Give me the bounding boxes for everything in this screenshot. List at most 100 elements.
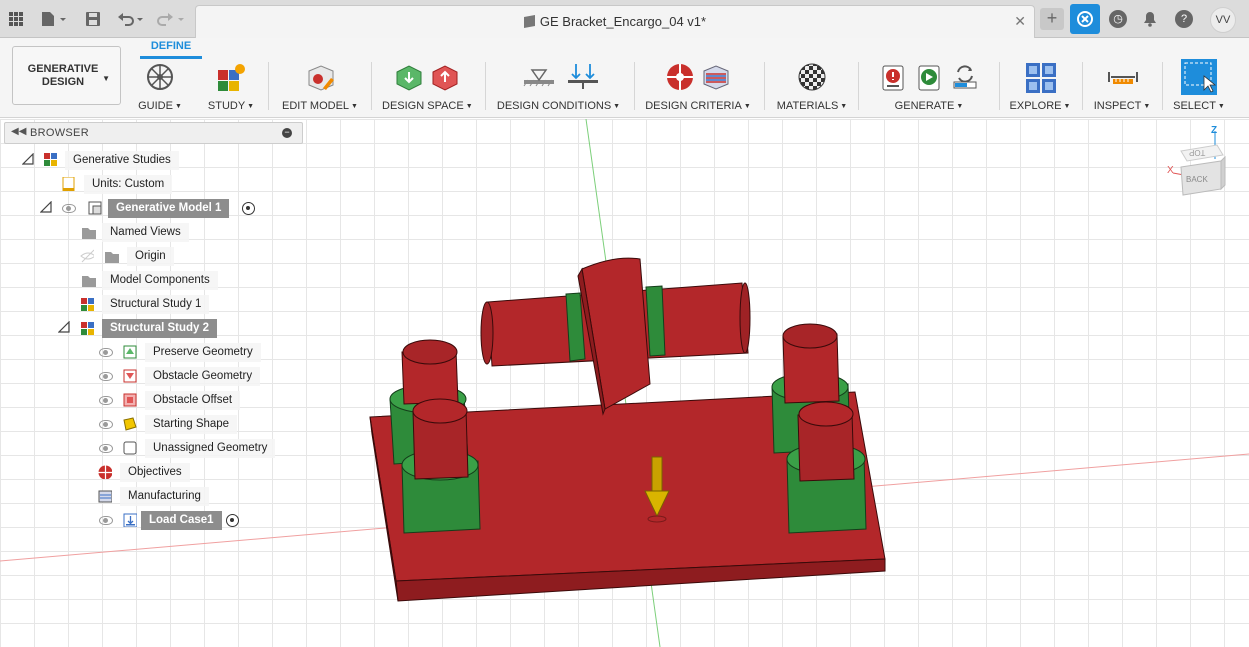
- ribbon-toolbar: GENERATIVE DESIGN ▼ DEFINE GUIDE ▼ STUDY ▼ …: [0, 38, 1249, 118]
- design-conditions-group[interactable]: DESIGN CONDITIONS ▼: [496, 62, 621, 118]
- tree-origin[interactable]: Origin: [127, 247, 174, 266]
- design-conditions-label: DESIGN CONDITIONS ▼: [496, 100, 621, 112]
- cube-back-label: BACK: [1186, 175, 1208, 184]
- tree-unassigned-geometry[interactable]: Unassigned Geometry: [145, 439, 276, 458]
- toolbar-divider: [1082, 62, 1083, 110]
- close-tab-icon[interactable]: ✕: [1014, 13, 1026, 30]
- generate-label: GENERATE ▼: [894, 100, 964, 112]
- visibility-eye-icon[interactable]: [99, 516, 113, 525]
- obstacle-geometry-icon: [123, 369, 137, 383]
- tree-model-components[interactable]: Model Components: [102, 271, 218, 290]
- tree-units[interactable]: Units: Custom: [84, 175, 173, 194]
- new-study-icon: [216, 62, 246, 92]
- manufacturing-icon: [701, 62, 731, 92]
- tree-obstacle-geometry[interactable]: Obstacle Geometry: [145, 367, 261, 386]
- save-icon[interactable]: [85, 8, 101, 30]
- tree-structural-study-2[interactable]: Structural Study 2: [102, 319, 218, 338]
- user-avatar[interactable]: VV: [1210, 7, 1236, 33]
- generate-icon: [914, 62, 944, 92]
- structural-constraint-icon: [522, 62, 554, 92]
- tree-structural-study-1[interactable]: Structural Study 1: [102, 295, 210, 314]
- browser-panel-header[interactable]: ◀◀ BROWSER −: [4, 122, 303, 144]
- generate-group[interactable]: GENERATE ▼: [868, 62, 990, 118]
- document-tab[interactable]: GE Bracket_Encargo_04 v1* ✕: [195, 5, 1035, 38]
- tree-generative-studies[interactable]: Generative Studies: [65, 151, 179, 170]
- undo-icon[interactable]: [117, 8, 147, 30]
- materials-label: MATERIALS ▼: [776, 100, 848, 112]
- activate-radio-icon[interactable]: [242, 202, 255, 215]
- tree-preserve-geometry[interactable]: Preserve Geometry: [145, 343, 261, 362]
- new-tab-button[interactable]: +: [1040, 8, 1064, 30]
- file-menu-icon[interactable]: [40, 8, 68, 30]
- tree-named-views[interactable]: Named Views: [102, 223, 189, 242]
- precheck-icon: [878, 62, 908, 92]
- design-space-group[interactable]: DESIGN SPACE ▼: [382, 62, 473, 118]
- folder-icon: [82, 276, 96, 287]
- select-group[interactable]: SELECT ▼: [1170, 59, 1228, 118]
- preserve-geometry-icon: [123, 345, 137, 359]
- visibility-eye-icon[interactable]: [99, 396, 113, 405]
- study-icon: [81, 322, 94, 335]
- title-bar: GE Bracket_Encargo_04 v1* ✕ + ◷ ? VV: [0, 0, 1249, 38]
- activate-radio-icon[interactable]: [226, 514, 239, 527]
- view-cube[interactable]: Z X TOP BACK: [1165, 125, 1235, 205]
- toolbar-divider: [858, 62, 859, 110]
- visibility-eye-icon[interactable]: [62, 204, 76, 213]
- tree-generative-model[interactable]: Generative Model 1: [108, 199, 230, 218]
- toolbar-divider: [1162, 62, 1163, 110]
- expanded-icon[interactable]: [58, 321, 70, 333]
- cloud-credits-icon: [950, 62, 980, 92]
- notifications-icon[interactable]: [1142, 8, 1158, 30]
- model-icon: [88, 201, 102, 215]
- load-case-icon: [123, 513, 137, 527]
- select-label: SELECT ▼: [1173, 100, 1225, 112]
- visibility-eye-icon[interactable]: [99, 420, 113, 429]
- study-label: STUDY ▼: [207, 100, 255, 112]
- tree-load-case[interactable]: Load Case1: [141, 511, 222, 530]
- visibility-eye-icon[interactable]: [99, 348, 113, 357]
- visibility-eye-icon[interactable]: [99, 372, 113, 381]
- visibility-eye-icon[interactable]: [99, 444, 113, 453]
- explore-group[interactable]: EXPLORE ▼: [1008, 62, 1072, 118]
- cube-top-label: TOP: [1189, 148, 1206, 157]
- guide-group[interactable]: GUIDE ▼: [134, 62, 186, 118]
- help-icon[interactable]: ?: [1175, 10, 1193, 28]
- tree-manufacturing[interactable]: Manufacturing: [120, 487, 209, 506]
- structural-load-icon: [566, 62, 598, 92]
- collapse-panel-icon[interactable]: ◀◀: [11, 126, 26, 137]
- extensions-icon[interactable]: [1070, 4, 1100, 34]
- manufacturing-icon: [98, 490, 112, 503]
- study-icon: [81, 298, 94, 311]
- job-status-icon[interactable]: ◷: [1109, 10, 1127, 28]
- obstacle-geometry-icon: [430, 62, 460, 92]
- toolbar-divider: [268, 62, 269, 110]
- preserve-geometry-icon: [394, 62, 424, 92]
- workspace-switcher[interactable]: GENERATIVE DESIGN ▼: [12, 46, 121, 105]
- minimize-icon[interactable]: −: [282, 128, 292, 138]
- study-group[interactable]: STUDY ▼: [203, 62, 259, 118]
- app-grid-icon[interactable]: [8, 8, 24, 30]
- tree-obstacle-offset[interactable]: Obstacle Offset: [145, 391, 241, 410]
- folder-icon: [105, 252, 119, 263]
- edit-model-group[interactable]: EDIT MODEL ▼: [278, 62, 362, 118]
- design-space-label: DESIGN SPACE ▼: [382, 100, 473, 112]
- expanded-icon[interactable]: [22, 153, 34, 165]
- inspect-group[interactable]: INSPECT ▼: [1092, 62, 1152, 118]
- expanded-icon[interactable]: [40, 201, 52, 213]
- redo-icon[interactable]: [156, 8, 186, 30]
- tree-starting-shape[interactable]: Starting Shape: [145, 415, 238, 434]
- studies-icon: [44, 153, 57, 166]
- active-tab-indicator: [140, 56, 202, 59]
- tab-define[interactable]: DEFINE: [140, 40, 202, 52]
- design-criteria-group[interactable]: DESIGN CRITERIA ▼: [645, 62, 751, 118]
- document-title-wrap: GE Bracket_Encargo_04 v1*: [196, 14, 1034, 29]
- materials-icon: [797, 62, 827, 92]
- toolbar-divider: [485, 62, 486, 110]
- inspect-label: INSPECT ▼: [1093, 100, 1151, 112]
- hidden-eye-icon[interactable]: [80, 249, 94, 263]
- browser-title: BROWSER: [30, 127, 89, 139]
- materials-group[interactable]: MATERIALS ▼: [775, 62, 849, 118]
- explore-icon: [1025, 62, 1056, 93]
- workspace-label: GENERATIVE DESIGN: [27, 63, 99, 88]
- tree-objectives[interactable]: Objectives: [120, 463, 190, 482]
